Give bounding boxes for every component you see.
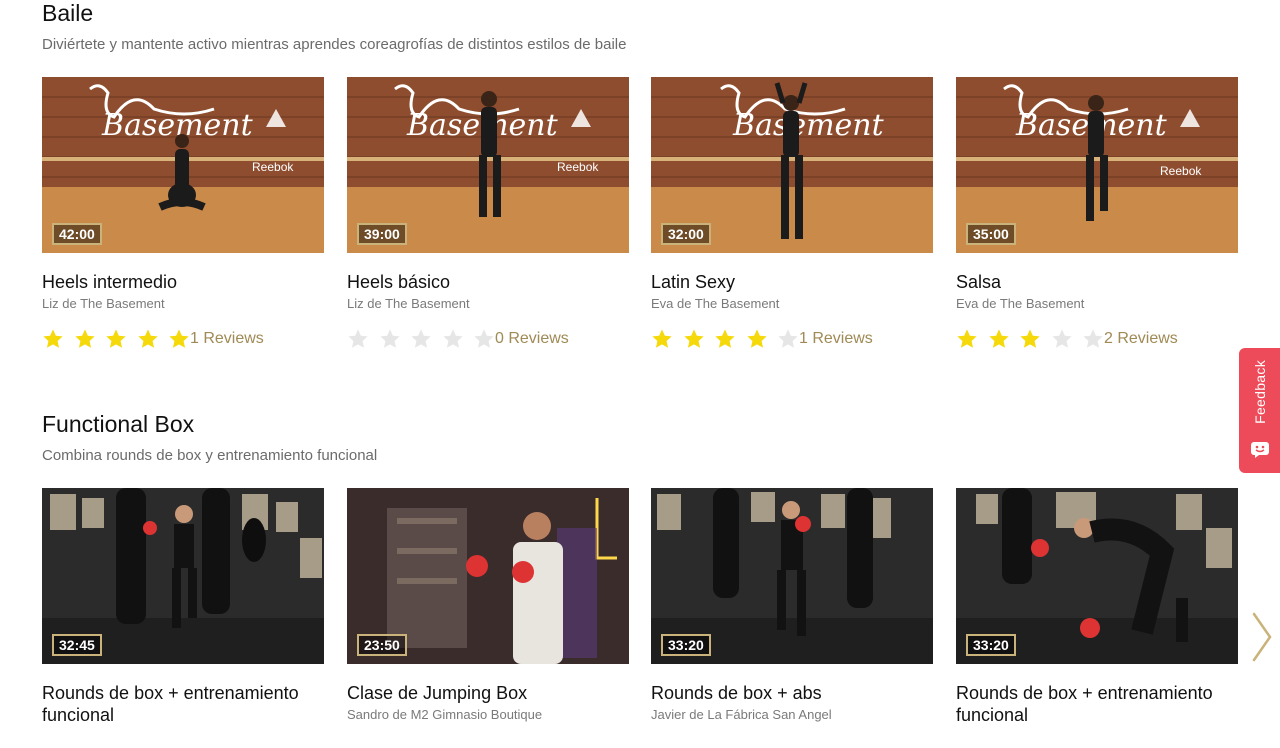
duration-badge: 42:00 [52, 223, 102, 245]
star-icon [74, 329, 95, 348]
class-card[interactable]: 33:20 Rounds de box + entrenamiento func… [956, 488, 1238, 729]
video-thumbnail[interactable]: Basement Reebok 39:00 [347, 77, 629, 253]
chevron-right-icon[interactable] [1250, 610, 1274, 664]
svg-text:Reebok: Reebok [252, 160, 294, 174]
feedback-label: Feedback [1251, 360, 1268, 424]
reviews-count[interactable]: 1 Reviews [799, 330, 873, 348]
duration-badge: 35:00 [966, 223, 1016, 245]
card-title[interactable]: Heels básico [347, 271, 629, 293]
star-icon [683, 329, 704, 348]
section-subtitle: Combina rounds de box y entrenamiento fu… [42, 447, 378, 464]
video-thumbnail[interactable]: Basement Reebok 42:00 [42, 77, 324, 253]
star-icon [988, 329, 1009, 348]
star-icon [348, 329, 368, 348]
star-icon [1083, 329, 1103, 348]
section-functional-box: Functional Box Combina rounds de box y e… [42, 411, 1242, 748]
card-instructor: Javier de La Fábrica San Angel [651, 707, 832, 722]
star-icon [1051, 329, 1072, 348]
star-icon [957, 329, 977, 348]
star-icon [43, 329, 63, 348]
video-thumbnail[interactable]: 23:50 [347, 488, 629, 664]
card-instructor: Eva de The Basement [651, 296, 780, 311]
video-thumbnail[interactable]: 32:45 [42, 488, 324, 664]
card-title[interactable]: Rounds de box + abs [651, 682, 933, 704]
chat-face-icon [1251, 442, 1269, 458]
section-baile: Baile Diviértete y mantente activo mient… [42, 0, 1242, 348]
video-thumbnail[interactable]: Basement 32:00 [651, 77, 933, 253]
star-icon [411, 329, 431, 348]
duration-badge: 33:20 [661, 634, 711, 656]
section-subtitle: Diviértete y mantente activo mientras ap… [42, 36, 627, 53]
star-icon [379, 329, 400, 348]
star-rating: 1 Reviews [651, 326, 933, 352]
card-instructor: Liz de The Basement [347, 296, 470, 311]
card-instructor: Eva de The Basement [956, 296, 1085, 311]
class-card[interactable]: Basement 32:00 Latin Sexy Eva de The Bas… [651, 77, 933, 352]
star-icon [652, 329, 672, 348]
card-title[interactable]: Rounds de box + entrenamiento funcional [42, 682, 324, 726]
star-rating: 0 Reviews [347, 326, 629, 352]
star-icon [442, 329, 463, 348]
class-card[interactable]: 33:20 Rounds de box + abs Javier de La F… [651, 488, 933, 723]
class-card[interactable]: Basement Reebok 42:00 Heels intermedio L… [42, 77, 324, 352]
duration-badge: 32:45 [52, 634, 102, 656]
svg-text:Reebok: Reebok [557, 160, 599, 174]
card-title[interactable]: Rounds de box + entrenamiento funcional [956, 682, 1238, 726]
star-icon [1020, 329, 1040, 348]
duration-badge: 32:00 [661, 223, 711, 245]
star-icon [106, 329, 126, 348]
star-icon [746, 329, 767, 348]
star-icon [137, 329, 158, 348]
card-title[interactable]: Heels intermedio [42, 271, 324, 293]
feedback-tab[interactable]: Feedback [1239, 348, 1280, 473]
duration-badge: 33:20 [966, 634, 1016, 656]
card-row: Basement Reebok 42:00 Heels intermedio L… [42, 77, 1242, 348]
star-icon [715, 329, 735, 348]
section-title: Baile [42, 0, 94, 26]
star-rating: 2 Reviews [956, 326, 1238, 352]
reviews-count[interactable]: 2 Reviews [1104, 330, 1178, 348]
svg-text:Reebok: Reebok [1160, 164, 1202, 178]
class-card[interactable]: Basement Reebok 39:00 Heels básico Liz d… [347, 77, 629, 352]
reviews-count[interactable]: 0 Reviews [495, 330, 569, 348]
svg-text:Basement: Basement [732, 108, 885, 143]
card-title[interactable]: Salsa [956, 271, 1238, 293]
video-thumbnail[interactable]: 33:20 [651, 488, 933, 664]
class-card[interactable]: Basement Reebok 35:00 Salsa Eva de The B… [956, 77, 1238, 352]
duration-badge: 39:00 [357, 223, 407, 245]
class-card[interactable]: 23:50 Clase de Jumping Box Sandro de M2 … [347, 488, 629, 723]
card-instructor: Liz de The Basement [42, 296, 165, 311]
video-thumbnail[interactable]: Basement Reebok 35:00 [956, 77, 1238, 253]
star-icon [474, 329, 494, 348]
card-instructor: Sandro de M2 Gimnasio Boutique [347, 707, 543, 722]
duration-badge: 23:50 [357, 634, 407, 656]
card-title[interactable]: Latin Sexy [651, 271, 933, 293]
star-icon [778, 329, 798, 348]
card-title[interactable]: Clase de Jumping Box [347, 682, 629, 704]
star-rating: 1 Reviews [42, 326, 324, 352]
video-thumbnail[interactable]: 33:20 [956, 488, 1238, 664]
section-title: Functional Box [42, 411, 195, 437]
reviews-count[interactable]: 1 Reviews [190, 330, 264, 348]
card-row: 32:45 Rounds de box + entrenamiento func… [42, 488, 1242, 748]
class-card[interactable]: 32:45 Rounds de box + entrenamiento func… [42, 488, 324, 729]
star-icon [169, 329, 189, 348]
